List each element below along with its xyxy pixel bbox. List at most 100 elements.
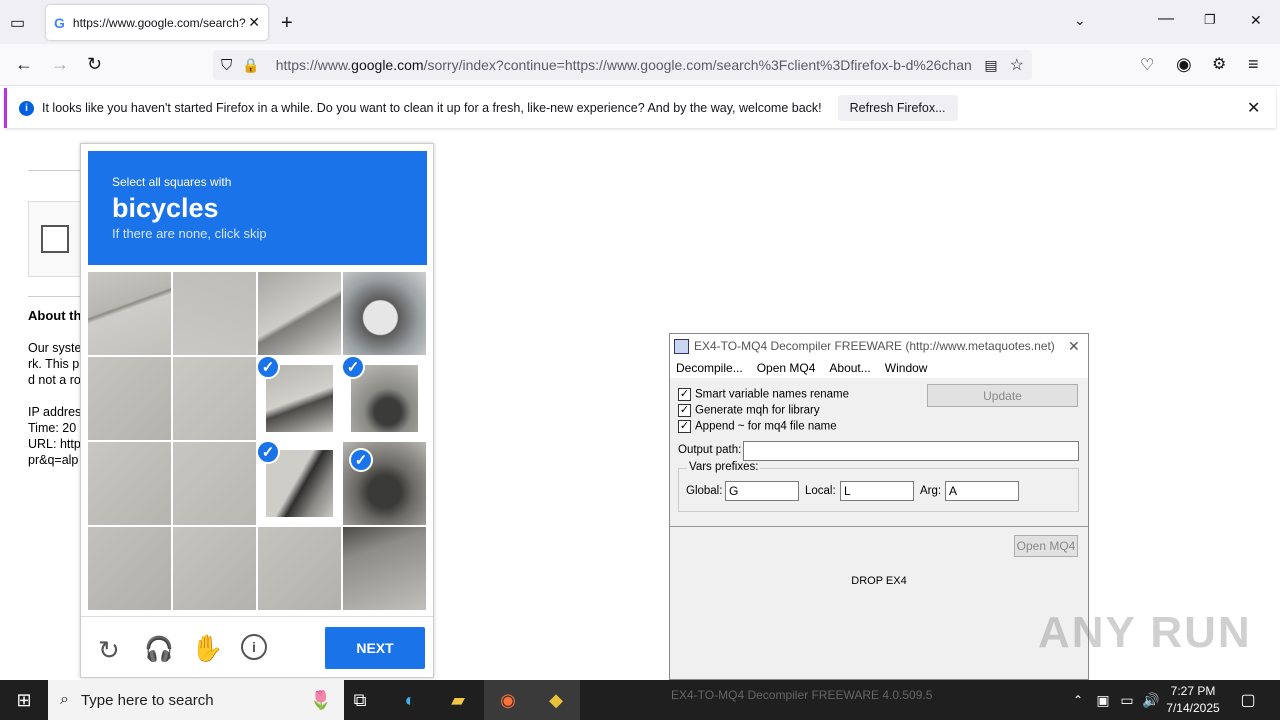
anyrun-watermark: ANY RUN bbox=[1038, 608, 1252, 657]
menu-bar: Decompile... Open MQ4 About... Window bbox=[670, 358, 1088, 378]
opt-label: Append ~ for mq4 file name bbox=[695, 420, 837, 433]
captcha-tile[interactable] bbox=[258, 272, 341, 355]
captcha-tile[interactable] bbox=[88, 357, 171, 440]
recaptcha-box bbox=[28, 201, 80, 277]
menu-icon[interactable]: ≡ bbox=[1248, 54, 1259, 75]
captcha-hint: If there are none, click skip bbox=[112, 226, 267, 241]
about-heading: About th bbox=[28, 308, 82, 323]
menu-decompile[interactable]: Decompile... bbox=[676, 361, 743, 375]
restore-icon[interactable]: ❐ bbox=[1204, 12, 1216, 28]
close-tab-icon[interactable]: ✕ bbox=[248, 14, 260, 31]
captcha-tile[interactable] bbox=[258, 527, 341, 610]
shield-icon[interactable]: ⛉ bbox=[221, 57, 232, 74]
account-icon[interactable]: ◉ bbox=[1176, 54, 1192, 75]
window-title: EX4-TO-MQ4 Decompiler FREEWARE (http://w… bbox=[694, 339, 1055, 353]
decompiler-taskbar-icon[interactable]: ◆ bbox=[532, 680, 580, 720]
chevron-down-icon[interactable]: ⌄ bbox=[1074, 12, 1086, 29]
output-path-label: Output path: bbox=[678, 444, 742, 456]
captcha-tile[interactable] bbox=[173, 357, 256, 440]
edge-icon[interactable]: ◐ bbox=[386, 680, 434, 720]
url-bar[interactable]: ⛉ 🔒 https://www.google.com/sorry/index?c… bbox=[213, 50, 1032, 80]
clock-date: 7/14/2025 bbox=[1166, 701, 1220, 715]
page-divider bbox=[28, 170, 80, 171]
hand-icon[interactable]: ✋ bbox=[191, 633, 223, 664]
opt-append-tilde[interactable]: ✓ Append ~ for mq4 file name bbox=[678, 420, 837, 433]
google-favicon-icon: G bbox=[54, 14, 65, 31]
checkbox-checked[interactable]: ✓ bbox=[678, 420, 691, 433]
captcha-tile[interactable] bbox=[173, 272, 256, 355]
captcha-tile[interactable] bbox=[343, 527, 426, 610]
reader-view-icon[interactable]: ▤ bbox=[984, 57, 997, 74]
captcha-tile-selected[interactable]: ✓ bbox=[258, 442, 341, 525]
lock-icon[interactable]: 🔒 bbox=[242, 57, 259, 74]
captcha-tile[interactable] bbox=[173, 527, 256, 610]
next-button[interactable]: NEXT bbox=[325, 627, 425, 669]
bookmark-star-icon[interactable]: ☆ bbox=[1010, 55, 1024, 75]
global-field[interactable]: G bbox=[725, 481, 799, 501]
arg-field[interactable]: A bbox=[945, 481, 1019, 501]
reload-icon[interactable]: ↻ bbox=[87, 54, 102, 75]
new-tab-icon[interactable]: + bbox=[281, 12, 293, 35]
opt-label: Generate mqh for library bbox=[695, 404, 820, 417]
opt-smart-rename[interactable]: ✓ Smart variable names rename bbox=[678, 388, 849, 401]
refresh-notification: i It looks like you haven't started Fire… bbox=[4, 88, 1276, 128]
search-placeholder: Type here to search bbox=[80, 691, 214, 709]
reload-challenge-icon[interactable]: ↻ bbox=[98, 635, 120, 666]
captcha-tile[interactable] bbox=[88, 527, 171, 610]
captcha-tile[interactable] bbox=[88, 442, 171, 525]
recaptcha-checkbox[interactable] bbox=[41, 225, 69, 253]
refresh-firefox-button[interactable]: Refresh Firefox... bbox=[837, 95, 958, 121]
task-view-icon[interactable]: ⧉ bbox=[336, 680, 384, 720]
page-line: d not a ro bbox=[28, 373, 80, 387]
pocket-icon[interactable]: ♡ bbox=[1140, 55, 1154, 75]
page-line: Time: 20 bbox=[28, 421, 77, 435]
vars-prefixes-group: Vars prefixes: Global: G Local: L Arg: A bbox=[678, 461, 1079, 512]
info-icon[interactable]: i bbox=[241, 634, 267, 660]
page-line: Our syste bbox=[28, 341, 80, 355]
info-icon: i bbox=[19, 100, 34, 116]
page-divider-2 bbox=[28, 296, 80, 297]
menu-about[interactable]: About... bbox=[829, 361, 870, 375]
title-bar: EX4-TO-MQ4 Decompiler FREEWARE (http://w… bbox=[670, 334, 1088, 358]
file-explorer-icon[interactable]: ▰ bbox=[434, 680, 482, 720]
captcha-tile[interactable] bbox=[88, 272, 171, 355]
back-icon[interactable]: ← bbox=[15, 54, 33, 75]
decompiler-status-text: EX4-TO-MQ4 Decompiler FREEWARE 4.0.509.5 bbox=[671, 688, 933, 702]
captcha-tile-selected[interactable]: ✓ bbox=[343, 442, 426, 525]
captcha-tile-selected[interactable]: ✓ bbox=[258, 357, 341, 440]
tab-google[interactable]: G https://www.google.com/search? ✕ bbox=[46, 5, 268, 40]
close-window-icon[interactable]: ✕ bbox=[1250, 12, 1262, 29]
forward-icon[interactable]: → bbox=[51, 54, 69, 75]
output-path-field[interactable] bbox=[743, 441, 1079, 461]
taskbar-search[interactable]: ⌕ Type here to search 🌷 bbox=[48, 680, 344, 720]
url-prefix: https://www. bbox=[275, 57, 352, 73]
checkbox-checked[interactable]: ✓ bbox=[678, 388, 691, 401]
captcha-header: Select all squares with bicycles If ther… bbox=[88, 151, 427, 265]
drop-area[interactable]: Open MQ4 DROP EX4 bbox=[670, 526, 1088, 679]
captcha-instruction: Select all squares with bbox=[112, 175, 232, 189]
extensions-icon[interactable]: ⚙ bbox=[1212, 54, 1226, 74]
url-domain: google.com bbox=[351, 57, 424, 73]
captcha-tile[interactable] bbox=[343, 272, 426, 355]
firefox-icon[interactable]: ◉ bbox=[484, 680, 532, 720]
captcha-tile[interactable] bbox=[173, 442, 256, 525]
menu-open-mq4[interactable]: Open MQ4 bbox=[757, 361, 816, 375]
windows-start-icon[interactable]: ⊞ bbox=[0, 680, 48, 720]
update-button[interactable]: Update bbox=[927, 384, 1078, 407]
captcha-footer: ↻ 🎧 ✋ i NEXT bbox=[81, 616, 433, 678]
clock[interactable]: 7:27 PM 7/14/2025 bbox=[1158, 683, 1228, 717]
opt-label: Smart variable names rename bbox=[695, 388, 850, 401]
opt-generate-mqh[interactable]: ✓ Generate mqh for library bbox=[678, 404, 820, 417]
local-field[interactable]: L bbox=[840, 481, 914, 501]
close-icon[interactable]: ✕ bbox=[1068, 338, 1080, 355]
tab-list-icon[interactable]: ▭ bbox=[10, 13, 25, 33]
open-mq4-button[interactable]: Open MQ4 bbox=[1014, 535, 1078, 557]
checkbox-checked[interactable]: ✓ bbox=[678, 404, 691, 417]
notifications-icon[interactable]: ▢ bbox=[1224, 680, 1272, 720]
url-text[interactable]: https://www.google.com/sorry/index?conti… bbox=[276, 57, 985, 73]
minimize-icon[interactable]: — bbox=[1158, 10, 1174, 28]
captcha-tile-selected[interactable]: ✓ bbox=[343, 357, 426, 440]
menu-window[interactable]: Window bbox=[885, 361, 928, 375]
headphones-icon[interactable]: 🎧 bbox=[144, 635, 174, 664]
close-notification-icon[interactable]: ✕ bbox=[1247, 98, 1260, 118]
